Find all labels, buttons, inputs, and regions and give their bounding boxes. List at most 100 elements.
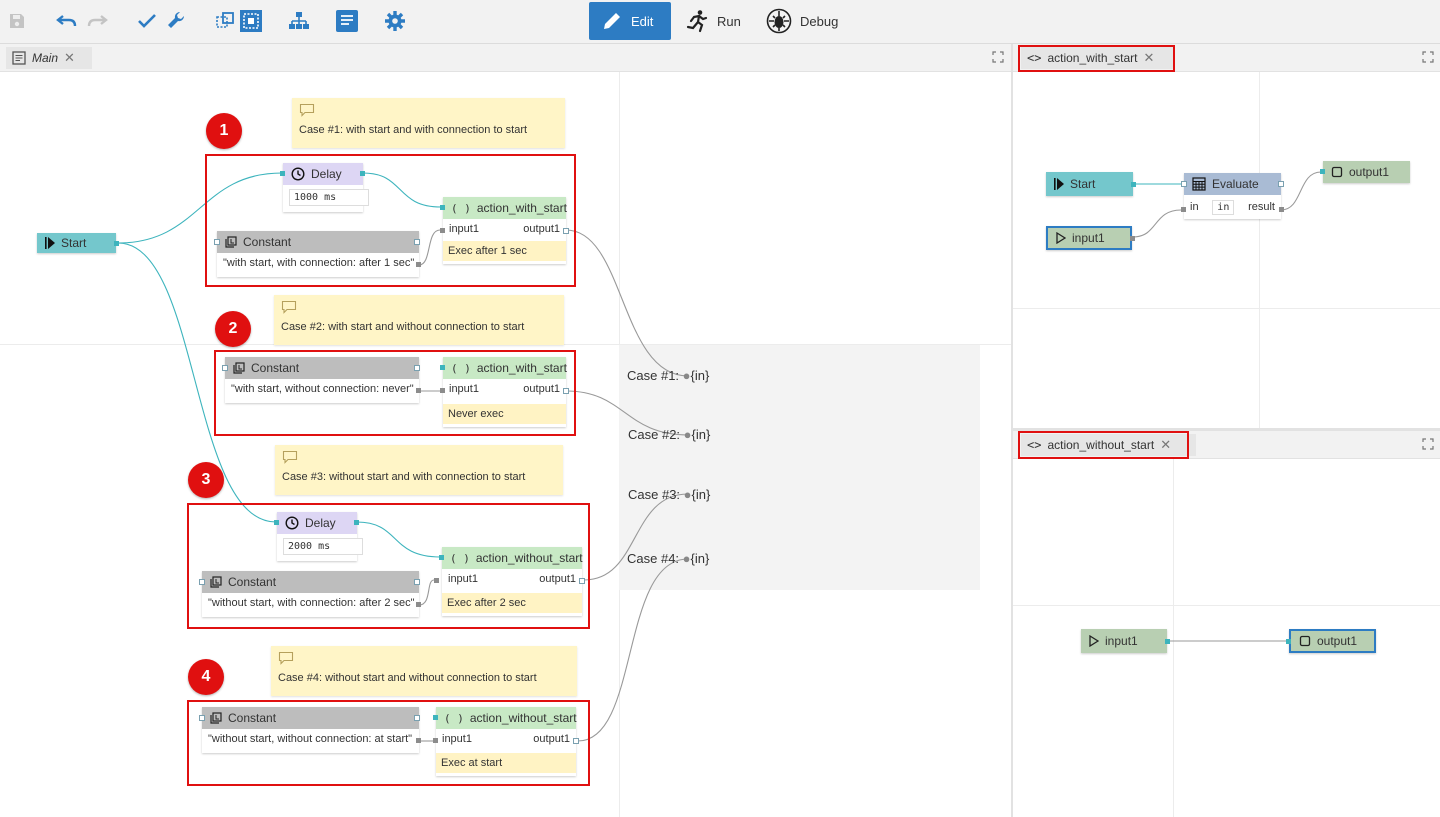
delay-input-port[interactable]	[280, 171, 285, 176]
case3-badge: 3	[188, 462, 224, 498]
action-input-port[interactable]	[434, 578, 439, 583]
constant-icon	[210, 712, 222, 724]
case3-action-node[interactable]: ( ) action_without_start input1 output1 E…	[434, 547, 585, 616]
panel2-tabbar: <> action_without_start ✕	[1013, 431, 1440, 459]
action-start-port[interactable]	[440, 365, 445, 370]
action-start-port[interactable]	[433, 715, 438, 720]
comment-icon	[299, 103, 315, 117]
tab-action-without-start[interactable]: <> action_without_start ✕	[1021, 434, 1196, 456]
calculator-icon	[1192, 177, 1206, 191]
evaluate-start-port[interactable]	[1181, 181, 1187, 187]
code-braces-icon: ( )	[444, 711, 464, 725]
input-output-port[interactable]	[1165, 639, 1170, 644]
case4-action-node[interactable]: ( ) action_without_start input1 output1 E…	[433, 707, 579, 776]
panel1-start-node[interactable]: Start	[1046, 172, 1136, 196]
case4-badge: 4	[188, 659, 224, 695]
panel1-output-node[interactable]: output1	[1320, 161, 1410, 183]
play-icon	[45, 237, 55, 249]
evaluate-trigger-port[interactable]	[1278, 181, 1284, 187]
action-input-port[interactable]	[433, 738, 438, 743]
code-braces-icon: ( )	[450, 551, 470, 565]
case2-constant-node[interactable]: Constant "with start, without connection…	[222, 357, 421, 403]
case3-comment[interactable]: Case #3: without start and with connecti…	[275, 445, 563, 495]
constant-trigger-port[interactable]	[414, 715, 420, 721]
case1-delay-input[interactable]: 1000 ms	[289, 189, 369, 206]
panel1-tabbar: <> action_with_start ✕	[1013, 44, 1440, 72]
start-output-port[interactable]	[114, 241, 119, 246]
panel1-evaluate-node[interactable]: Evaluate in in result	[1181, 173, 1284, 219]
case4-output[interactable]: Case #4: ●{in}	[627, 551, 709, 566]
case1-comment[interactable]: Case #1: with start and with connection …	[292, 98, 565, 148]
output-input-port[interactable]	[1320, 169, 1325, 174]
close-icon[interactable]: ✕	[1160, 437, 1171, 453]
evaluate-input-port[interactable]	[1181, 207, 1186, 212]
case4-constant-node[interactable]: Constant "without start, without connect…	[199, 707, 421, 753]
constant-trigger-port[interactable]	[414, 579, 420, 585]
play-icon	[1054, 178, 1064, 190]
code-icon: <>	[1027, 51, 1042, 65]
constant-output-port[interactable]	[416, 262, 421, 267]
case2-comment[interactable]: Case #2: with start and without connecti…	[274, 295, 564, 345]
action-output-port[interactable]	[579, 578, 585, 584]
action-start-port[interactable]	[439, 555, 444, 560]
evaluate-result-port[interactable]	[1279, 207, 1284, 212]
comment-icon	[282, 450, 298, 464]
constant-output-port[interactable]	[416, 738, 421, 743]
comment-icon	[278, 651, 294, 665]
evaluate-expression-input[interactable]: in	[1212, 199, 1235, 215]
case3-constant-node[interactable]: Constant "without start, with connection…	[199, 571, 421, 617]
delay-output-port[interactable]	[360, 171, 365, 176]
square-icon	[1299, 635, 1311, 647]
start-node[interactable]: Start	[37, 233, 119, 253]
code-braces-icon: ( )	[451, 361, 471, 375]
constant-output-port[interactable]	[416, 388, 421, 393]
action-input-port[interactable]	[440, 388, 445, 393]
close-icon[interactable]: ✕	[1144, 50, 1155, 66]
constant-input-port[interactable]	[199, 715, 205, 721]
case1-output[interactable]: Case #1: ●{in}	[627, 368, 709, 383]
case1-action-node[interactable]: ( ) action_with_start input1 output1 Exec…	[440, 197, 569, 264]
constant-icon	[233, 362, 245, 374]
constant-input-port[interactable]	[214, 239, 220, 245]
constant-trigger-port[interactable]	[414, 365, 420, 371]
case4-comment[interactable]: Case #4: without start and without conne…	[271, 646, 577, 696]
case2-badge: 2	[215, 311, 251, 347]
clock-icon	[285, 516, 299, 530]
case3-output[interactable]: Case #3: ●{in}	[628, 487, 710, 502]
case1-delay-node[interactable]: Delay 1000 ms	[280, 163, 369, 212]
delay-output-port[interactable]	[354, 520, 359, 525]
code-braces-icon: ( )	[451, 201, 471, 215]
action-output-port[interactable]	[563, 228, 569, 234]
delay-input-port[interactable]	[274, 520, 279, 525]
action-input-port[interactable]	[440, 228, 445, 233]
panel1-wires	[1132, 171, 1322, 238]
constant-icon	[210, 576, 222, 588]
start-output-port[interactable]	[1131, 182, 1136, 187]
output-input-port[interactable]	[1286, 639, 1291, 644]
play-outline-icon	[1056, 232, 1066, 244]
comment-icon	[281, 300, 297, 314]
maximize-icon[interactable]	[1422, 438, 1434, 453]
input-output-port[interactable]	[1130, 236, 1135, 241]
case2-action-node[interactable]: ( ) action_with_start input1 output1 Neve…	[440, 357, 569, 427]
case3-delay-input[interactable]: 2000 ms	[283, 538, 363, 555]
panel2-input-node[interactable]: input1	[1081, 629, 1170, 653]
case3-delay-node[interactable]: Delay 2000 ms	[274, 512, 363, 561]
action-start-port[interactable]	[440, 205, 445, 210]
maximize-icon[interactable]	[1422, 51, 1434, 66]
panel2-output-node[interactable]: output1	[1286, 629, 1376, 653]
constant-output-port[interactable]	[416, 602, 421, 607]
square-icon	[1331, 166, 1343, 178]
constant-input-port[interactable]	[222, 365, 228, 371]
case1-constant-node[interactable]: Constant "with start, with connection: a…	[214, 231, 421, 277]
action-output-port[interactable]	[573, 738, 579, 744]
panel1-input-node[interactable]: input1	[1046, 226, 1135, 250]
tab-action-with-start[interactable]: <> action_with_start ✕	[1021, 47, 1173, 69]
constant-icon	[225, 236, 237, 248]
constant-trigger-port[interactable]	[414, 239, 420, 245]
constant-input-port[interactable]	[199, 579, 205, 585]
clock-icon	[291, 167, 305, 181]
code-icon: <>	[1027, 438, 1042, 452]
case2-output[interactable]: Case #2: ●{in}	[628, 427, 710, 442]
action-output-port[interactable]	[563, 388, 569, 394]
